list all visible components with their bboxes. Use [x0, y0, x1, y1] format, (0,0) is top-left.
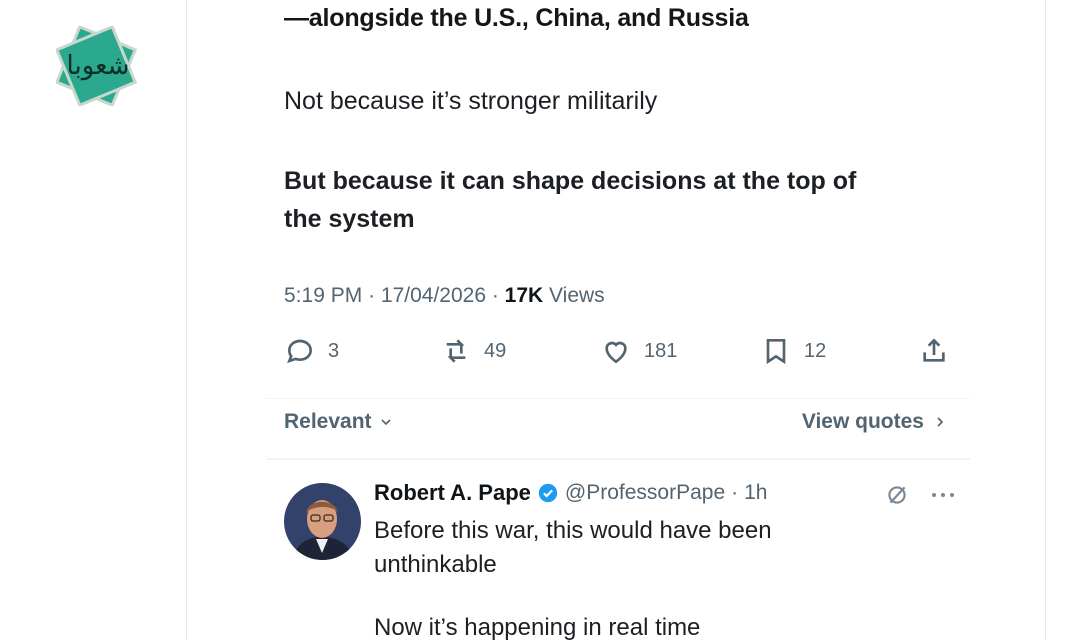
svg-text:شعوبا: شعوبا — [67, 51, 130, 81]
more-options-icon[interactable] — [930, 490, 956, 500]
reply-text-line-1: Before this war, this would have been — [374, 517, 772, 544]
reply-count: 3 — [328, 339, 340, 362]
tweet-views-label: Views — [549, 284, 605, 307]
reply-text-line-2: unthinkable — [374, 551, 497, 578]
reply-text-continued: Now it’s happening in real time — [374, 614, 701, 641]
reply-toolbar — [884, 482, 956, 508]
brand-logo: شعوبا — [56, 26, 138, 106]
bookmark-icon — [766, 339, 786, 365]
tweet-paragraph-2-line-2: the system — [284, 205, 415, 233]
reply-time[interactable]: 1h — [744, 481, 767, 505]
tweet-meta: 5:19 PM · 17/04/2026 · 17K Views — [284, 284, 605, 307]
repost-icon — [446, 339, 466, 363]
tweet-time[interactable]: 5:19 PM — [284, 284, 362, 307]
tweet-paragraph-2-line-1: But because it can shape decisions at th… — [284, 167, 857, 195]
share-icon — [923, 338, 945, 362]
bookmark-button[interactable]: 12 — [760, 335, 826, 367]
reply-header: Robert A. Pape @ProfessorPape · 1h — [374, 480, 768, 506]
reply-text: Before this war, this would have been un… — [374, 514, 934, 582]
tweet-actions: 3 49 181 12 — [284, 335, 952, 375]
chevron-right-icon — [937, 417, 944, 427]
avatar[interactable] — [284, 483, 361, 560]
repost-button[interactable]: 49 — [440, 335, 506, 367]
tweet-headline: —alongside the U.S., China, and Russia — [284, 4, 749, 32]
tweet-date[interactable]: 17/04/2026 — [381, 284, 486, 307]
tweet-paragraph-2: But because it can shape decisions at th… — [284, 162, 856, 238]
heart-icon — [605, 341, 627, 364]
view-quotes-link[interactable]: View quotes — [802, 410, 948, 434]
view-quotes-label: View quotes — [801, 410, 924, 433]
grok-icon[interactable] — [884, 482, 910, 508]
repost-count: 49 — [484, 339, 507, 362]
like-count: 181 — [644, 339, 678, 362]
reply-author-handle[interactable]: @ProfessorPape — [565, 481, 725, 505]
share-button[interactable] — [918, 335, 950, 367]
reply-icon — [287, 339, 313, 364]
like-button[interactable]: 181 — [600, 335, 677, 367]
verified-badge-icon — [538, 483, 558, 503]
sort-dropdown[interactable]: Relevant — [284, 410, 394, 434]
reply-separator — [266, 458, 970, 460]
reply-button[interactable]: 3 — [284, 335, 339, 367]
avatar-image — [284, 483, 361, 560]
bookmark-count: 12 — [804, 339, 827, 362]
chevron-down-icon — [380, 419, 391, 426]
tweet-paragraph-1: Not because it’s stronger militarily — [284, 87, 658, 115]
tweet-views-count: 17K — [504, 284, 544, 307]
actions-divider — [266, 398, 970, 399]
sort-label: Relevant — [284, 410, 372, 433]
reply-author-name[interactable]: Robert A. Pape — [374, 480, 531, 506]
